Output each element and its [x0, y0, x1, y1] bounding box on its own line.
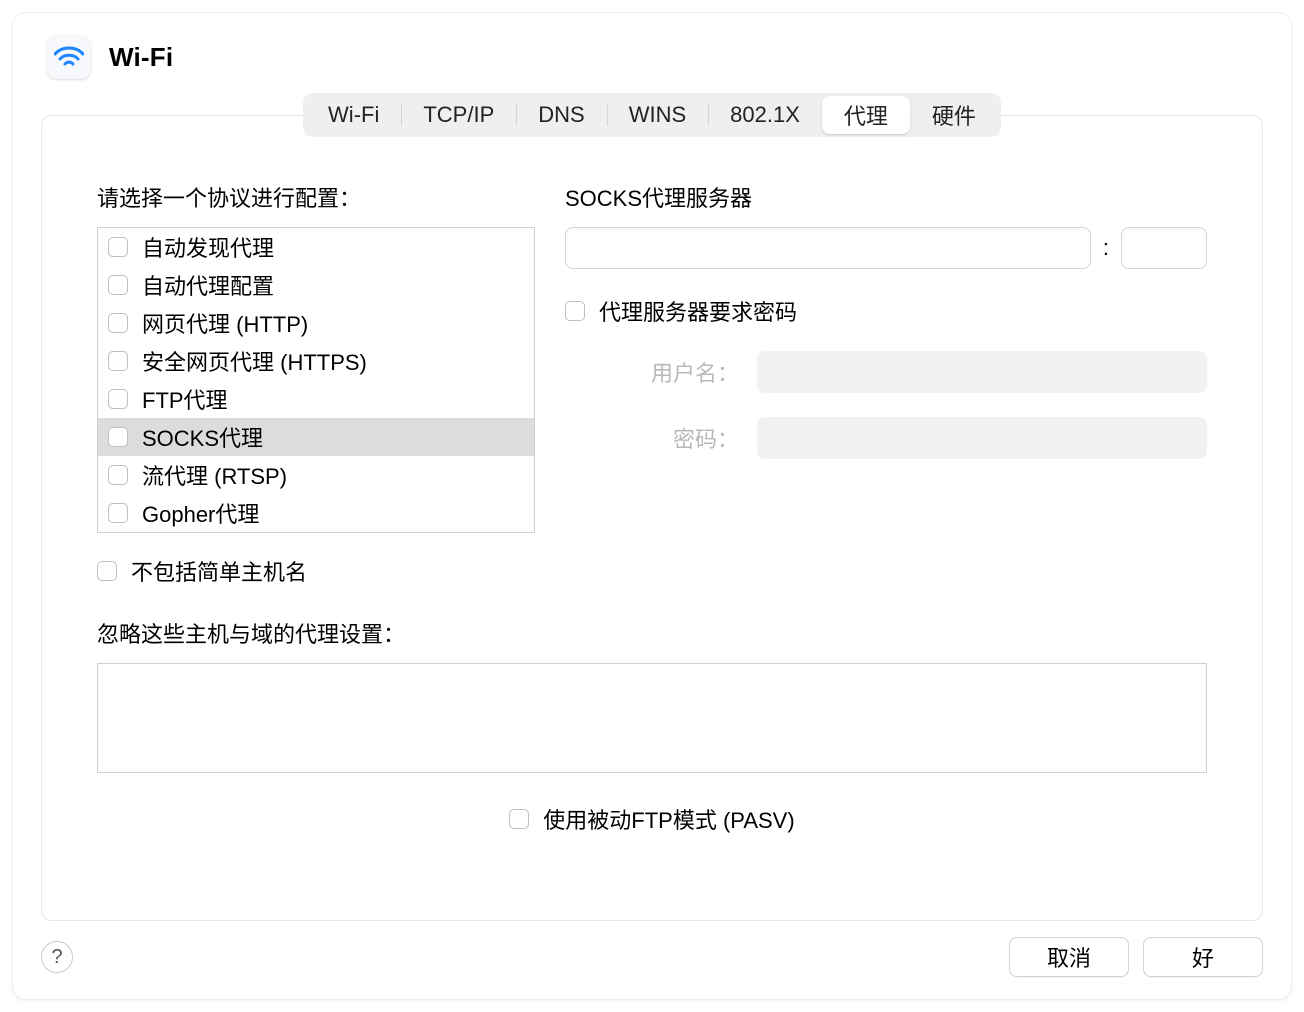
tab-hardware[interactable]: 硬件: [910, 96, 998, 134]
tab-wins[interactable]: WINS: [607, 96, 708, 134]
username-label: 用户名：: [565, 356, 739, 388]
proxy-port-input[interactable]: [1121, 227, 1207, 269]
protocol-list-label: 请选择一个协议进行配置：: [97, 181, 535, 213]
exclude-simple-row[interactable]: 不包括简单主机名: [97, 555, 1207, 587]
pasv-row[interactable]: 使用被动FTP模式 (PASV): [97, 803, 1207, 835]
protocol-label: 自动代理配置: [142, 269, 274, 301]
ok-button[interactable]: 好: [1143, 937, 1263, 977]
protocol-label: FTP代理: [142, 383, 228, 415]
wifi-icon: [47, 35, 91, 79]
proxy-panel: 请选择一个协议进行配置： 自动发现代理 自动代理配置 网页代理 (HTTP): [41, 115, 1263, 921]
tab-proxy[interactable]: 代理: [822, 96, 910, 134]
cancel-button[interactable]: 取消: [1009, 937, 1129, 977]
protocol-label: 安全网页代理 (HTTPS): [142, 345, 367, 377]
pasv-label: 使用被动FTP模式 (PASV): [543, 803, 794, 835]
protocol-label: 自动发现代理: [142, 231, 274, 263]
protocol-list: 自动发现代理 自动代理配置 网页代理 (HTTP) 安全网页代理 (HTTPS): [97, 227, 535, 533]
preferences-window: Wi-Fi Wi-Fi TCP/IP DNS WINS 802.1X 代理 硬件…: [12, 12, 1292, 1000]
protocol-label: SOCKS代理: [142, 421, 263, 453]
tab-8021x[interactable]: 802.1X: [708, 96, 822, 134]
protocol-checkbox[interactable]: [108, 389, 128, 409]
bypass-label: 忽略这些主机与域的代理设置：: [97, 617, 1207, 649]
tab-wifi[interactable]: Wi-Fi: [306, 96, 401, 134]
help-button[interactable]: ?: [41, 941, 73, 973]
protocol-row-auto-config[interactable]: 自动代理配置: [98, 266, 534, 304]
password-input[interactable]: [757, 417, 1207, 459]
exclude-simple-checkbox[interactable]: [97, 561, 117, 581]
protocol-checkbox[interactable]: [108, 313, 128, 333]
tabstrip: Wi-Fi TCP/IP DNS WINS 802.1X 代理 硬件: [303, 93, 1001, 137]
requires-password-label: 代理服务器要求密码: [599, 295, 797, 327]
protocol-label: 流代理 (RTSP): [142, 459, 287, 491]
protocol-row-https[interactable]: 安全网页代理 (HTTPS): [98, 342, 534, 380]
tab-dns[interactable]: DNS: [516, 96, 606, 134]
page-title: Wi-Fi: [109, 42, 173, 73]
protocol-checkbox[interactable]: [108, 351, 128, 371]
protocol-row-rtsp[interactable]: 流代理 (RTSP): [98, 456, 534, 494]
protocol-checkbox[interactable]: [108, 503, 128, 523]
port-separator: :: [1103, 235, 1109, 261]
footer: ? 取消 好: [41, 937, 1263, 977]
protocol-label: Gopher代理: [142, 497, 259, 529]
username-input[interactable]: [757, 351, 1207, 393]
exclude-simple-label: 不包括简单主机名: [131, 555, 307, 587]
bypass-textarea[interactable]: [97, 663, 1207, 773]
protocol-label: 网页代理 (HTTP): [142, 307, 308, 339]
password-label: 密码：: [565, 422, 739, 454]
requires-password-row[interactable]: 代理服务器要求密码: [565, 295, 1207, 327]
protocol-checkbox[interactable]: [108, 427, 128, 447]
protocol-row-socks[interactable]: SOCKS代理: [98, 418, 534, 456]
pasv-checkbox[interactable]: [509, 809, 529, 829]
header: Wi-Fi: [41, 35, 1263, 79]
protocol-row-gopher[interactable]: Gopher代理: [98, 494, 534, 532]
protocol-row-ftp[interactable]: FTP代理: [98, 380, 534, 418]
protocol-checkbox[interactable]: [108, 237, 128, 257]
protocol-checkbox[interactable]: [108, 275, 128, 295]
requires-password-checkbox[interactable]: [565, 301, 585, 321]
proxy-host-input[interactable]: [565, 227, 1091, 269]
server-section-label: SOCKS代理服务器: [565, 181, 1207, 213]
protocol-row-auto-discover[interactable]: 自动发现代理: [98, 228, 534, 266]
protocol-row-http[interactable]: 网页代理 (HTTP): [98, 304, 534, 342]
protocol-checkbox[interactable]: [108, 465, 128, 485]
tab-tcpip[interactable]: TCP/IP: [401, 96, 516, 134]
